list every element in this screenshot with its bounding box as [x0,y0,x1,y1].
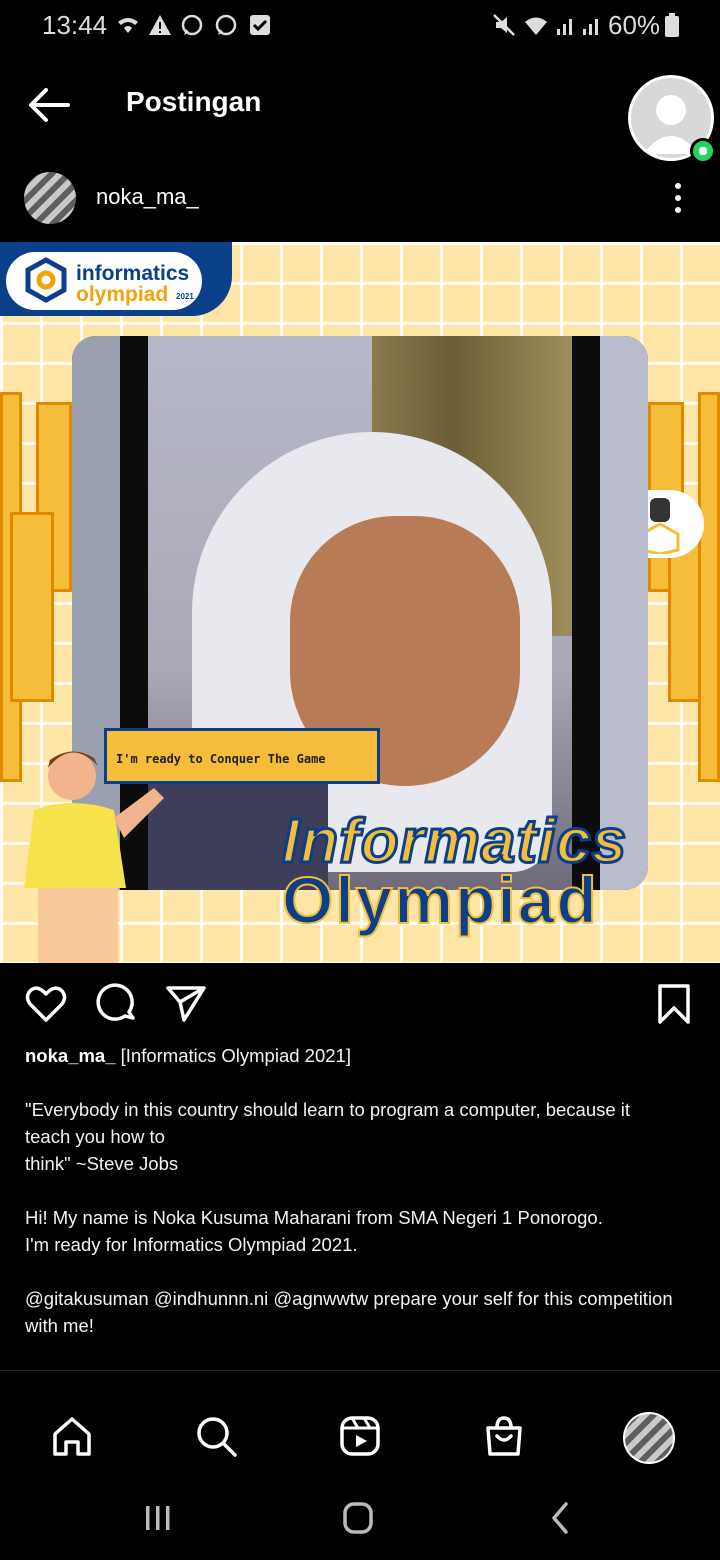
post-caption: noka_ma_ [Informatics Olympiad 2021] "Ev… [25,1042,705,1339]
wifi-call-icon [118,18,138,33]
caption-intro-line-2: I'm ready for Informatics Olympiad 2021. [25,1234,358,1255]
wifi-icon [525,17,547,35]
system-back-icon[interactable] [540,1500,580,1536]
system-home-icon[interactable] [338,1500,378,1536]
caption-mentions-line-1[interactable]: @gitakusuman @indhunnn.ni @agnwwtw prepa… [25,1285,705,1312]
like-heart-icon[interactable] [24,982,68,1026]
ready-banner-text: I'm ready to Conquer The Game [116,752,326,766]
caption-quote-line-3: think" ~Steve Jobs [25,1153,179,1174]
whatsapp-badge-icon [690,138,716,164]
bookmark-icon[interactable] [652,982,696,1026]
battery-percent: 60% [608,10,661,40]
battery-icon [665,13,679,37]
back-arrow-icon[interactable] [24,82,74,128]
caption-intro-line-1: Hi! My name is Noka Kusuma Maharani from… [25,1207,603,1228]
decor-bar [10,512,54,702]
page-title: Postingan [126,86,262,117]
search-icon[interactable] [194,1414,238,1458]
author-avatar[interactable] [24,172,76,224]
signal-icon [557,19,572,35]
poster-title-olympiad: Olympiad [281,862,599,938]
whatsapp-icon [215,14,237,36]
decor-bar [698,392,720,782]
status-bar: 13:44 60% [0,0,720,54]
event-logo-icon [25,257,67,303]
logo-text-olympiad: olympiad [76,283,169,306]
logo-text-year: 2021 [176,292,194,301]
author-username[interactable]: noka_ma_ [96,184,199,210]
shop-bag-icon[interactable] [482,1414,526,1458]
caption-mentions-line-2: with me! [25,1315,94,1336]
caption-quote-line-1: "Everybody in this country should learn … [25,1099,631,1120]
caption-username[interactable]: noka_ma_ [25,1045,116,1066]
caption-first-line: [Informatics Olympiad 2021] [120,1045,351,1066]
mute-icon [493,14,515,36]
comment-icon[interactable] [95,982,139,1026]
more-options-icon[interactable] [664,180,692,216]
whatsapp-icon [181,14,203,36]
warning-icon [149,15,171,35]
recents-icon[interactable] [138,1500,178,1536]
bottom-nav-divider [0,1370,720,1371]
nav-profile-avatar[interactable] [623,1412,675,1464]
share-send-icon[interactable] [164,982,208,1026]
reels-icon[interactable] [338,1414,382,1458]
caption-quote-line-2: teach you how to [25,1126,165,1147]
home-icon[interactable] [50,1414,94,1458]
check-square-icon [250,15,270,35]
signal-icon [583,19,598,35]
status-time: 13:44 [42,10,108,40]
post-image[interactable]: I'm ready to Conquer The Game Informatic… [0,242,720,963]
